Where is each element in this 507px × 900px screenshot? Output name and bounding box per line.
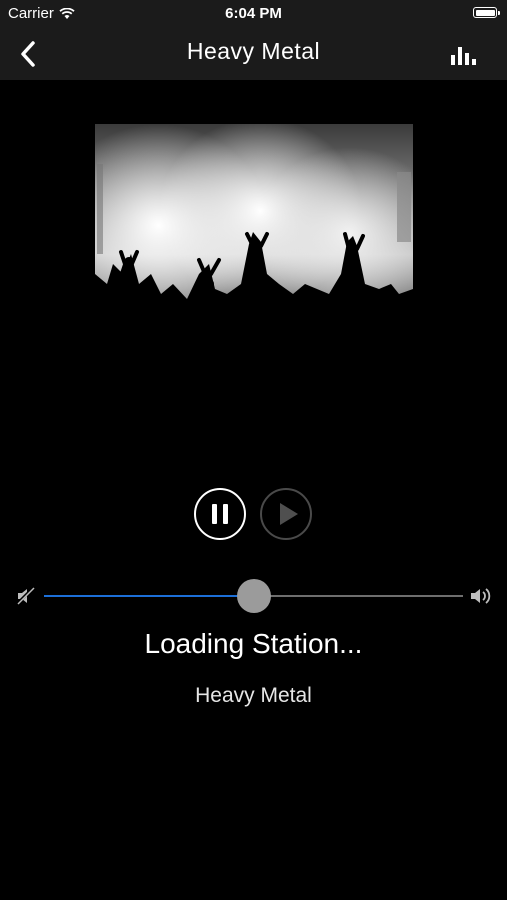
volume-max-icon: [471, 588, 491, 604]
volume-slider-thumb[interactable]: [236, 579, 271, 613]
navigation-bar: Heavy Metal: [0, 28, 507, 80]
status-bar: Carrier 6:04 PM: [0, 0, 507, 28]
equalizer-button[interactable]: [449, 42, 477, 68]
pause-icon: [209, 504, 231, 524]
equalizer-icon: [451, 47, 476, 65]
album-art: [95, 124, 413, 414]
volume-control: [0, 578, 507, 614]
volume-mute-icon: [16, 586, 35, 606]
concert-crowd-image: [95, 124, 413, 414]
volume-slider-fill: [44, 595, 254, 597]
playback-controls: [0, 488, 507, 544]
station-name: Heavy Metal: [195, 684, 312, 707]
loading-status: Loading Station...: [144, 628, 363, 659]
status-time: 6:04 PM: [225, 5, 282, 22]
page-title: Heavy Metal: [186, 38, 321, 64]
play-icon: [279, 503, 298, 525]
volume-slider[interactable]: [44, 579, 463, 613]
pause-button[interactable]: [194, 488, 246, 540]
battery-icon: [473, 7, 500, 18]
play-button[interactable]: [260, 488, 312, 540]
